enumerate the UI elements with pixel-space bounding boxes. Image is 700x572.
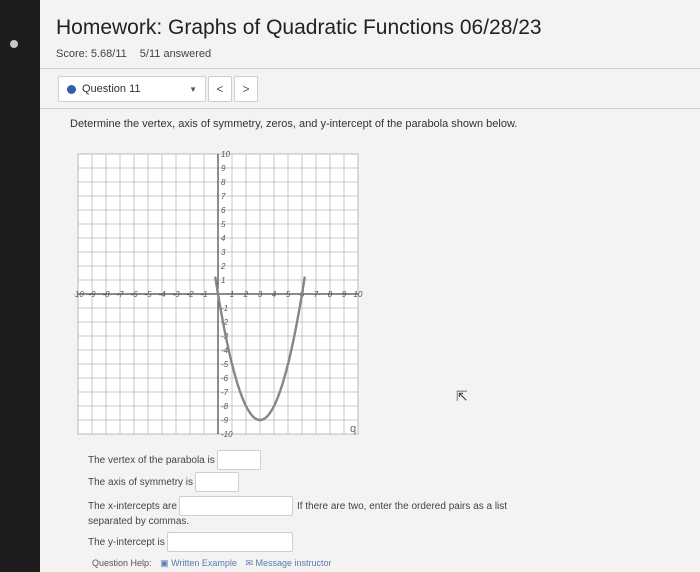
x-tick-label: -4 (158, 290, 166, 299)
y-tick-label: -8 (221, 402, 229, 411)
x-tick-label: 7 (314, 290, 319, 299)
y-tick-label: 1 (221, 276, 225, 285)
xint-label: The x-intercepts are (88, 500, 177, 512)
y-tick-label: -7 (221, 388, 229, 397)
y-tick-label: -5 (221, 360, 229, 369)
question-status-dot-icon (67, 84, 76, 94)
score-text: Score: 5.68/11 (56, 48, 127, 60)
previous-question-button[interactable]: < (208, 76, 232, 102)
x-tick-label: -8 (102, 290, 110, 299)
y-tick-label: -6 (221, 374, 229, 383)
y-tick-label: 3 (221, 248, 226, 257)
axis-input[interactable] (195, 472, 240, 492)
x-tick-label: -5 (144, 290, 152, 299)
y-tick-label: -9 (221, 416, 229, 425)
left-edge-strip (0, 0, 44, 572)
mouse-pointer-icon: ⇱ (456, 388, 468, 404)
x-tick-label: -2 (186, 290, 194, 299)
written-example-link[interactable]: ▣ Written Example (160, 558, 237, 568)
x-tick-label: -7 (116, 290, 124, 299)
answered-text: 5/11 answered (139, 48, 212, 60)
x-tick-label: 1 (230, 290, 234, 299)
page-title: Homework: Graphs of Quadratic Functions … (56, 16, 542, 39)
question-help: Question Help: ▣ Written Example ✉ Messa… (92, 558, 332, 569)
vertex-label: The vertex of the parabola is (88, 454, 215, 466)
parabola-graph: -10-9-8-7-6-5-4-3-2-11234567891012345678… (72, 150, 374, 440)
nav-divider (40, 108, 700, 109)
homework-page: Homework: Graphs of Quadratic Functions … (40, 0, 700, 572)
question-select[interactable]: Question 11 ▼ (58, 76, 206, 102)
yint-input[interactable] (166, 532, 293, 552)
browser-dot-icon (10, 40, 18, 48)
axis-label: The axis of symmetry is (88, 476, 194, 488)
x-tick-label: 2 (243, 290, 249, 299)
y-tick-label: 4 (221, 234, 226, 243)
message-instructor-text: Message instructor (255, 558, 332, 568)
written-example-text: Written Example (171, 558, 237, 568)
xint-note-row: separated by commas. (88, 516, 189, 527)
xint-note: If there are two, enter the ordered pair… (296, 500, 508, 512)
x-tick-label: 10 (354, 290, 363, 299)
chevron-down-icon: ▼ (189, 84, 197, 94)
y-tick-label: 9 (221, 164, 226, 173)
question-prompt: Determine the vertex, axis of symmetry, … (70, 118, 518, 130)
xint-note2: separated by commas. (88, 516, 190, 527)
y-tick-label: 8 (221, 178, 226, 187)
x-tick-label: -9 (88, 290, 96, 299)
yint-label: The y-intercept is (88, 536, 165, 548)
score-line: Score: 5.68/11 5/11 answered (56, 48, 211, 60)
y-tick-label: -10 (221, 430, 233, 439)
message-instructor-link[interactable]: ✉ Message instructor (245, 558, 331, 568)
vertex-row: The vertex of the parabola is (88, 450, 261, 470)
x-tick-label: 4 (272, 290, 277, 299)
y-tick-label: 7 (221, 192, 226, 201)
yint-row: The y-intercept is (88, 532, 293, 552)
xint-input[interactable] (178, 496, 293, 516)
header-divider (40, 68, 700, 69)
y-tick-label: 2 (220, 262, 226, 271)
vertex-input[interactable] (216, 450, 261, 470)
question-select-label: Question 11 (82, 83, 141, 95)
graph-svg: -10-9-8-7-6-5-4-3-2-11234567891012345678… (72, 150, 363, 439)
y-tick-label: 5 (221, 220, 226, 229)
x-tick-label: 3 (258, 290, 263, 299)
x-tick-label: -3 (172, 290, 180, 299)
y-tick-label: 6 (221, 206, 226, 215)
x-tick-label: 5 (286, 290, 291, 299)
next-question-button[interactable]: > (234, 76, 258, 102)
question-help-label: Question Help: (92, 558, 152, 568)
x-tick-label: -10 (74, 290, 84, 299)
axis-row: The axis of symmetry is (88, 472, 240, 492)
x-tick-label: -6 (130, 290, 138, 299)
xint-row: The x-intercepts are If there are two, e… (88, 496, 507, 516)
y-tick-label: 10 (221, 150, 230, 159)
x-tick-label: 9 (342, 290, 347, 299)
corner-mark-text: q (350, 423, 356, 435)
x-tick-label: 8 (328, 290, 333, 299)
x-tick-label: -1 (200, 290, 207, 299)
